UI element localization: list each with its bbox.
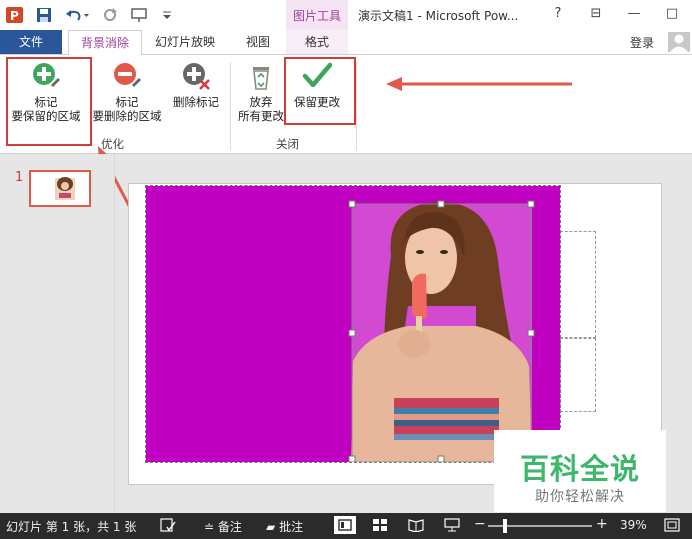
comments-button[interactable]: ▰ 批注 <box>266 518 303 535</box>
notes-icon: ≐ <box>204 520 215 534</box>
slide-thumbnail-pane <box>0 154 115 512</box>
slide-thumbnail[interactable] <box>29 170 91 207</box>
slide-sorter-view-icon[interactable] <box>372 518 388 535</box>
background-removal-picture[interactable] <box>145 185 561 463</box>
placeholder-box[interactable] <box>560 338 596 412</box>
slide-info: 幻灯片 第 1 张，共 1 张 <box>6 520 137 534</box>
fit-to-window-icon[interactable] <box>664 518 680 535</box>
zoom-out-icon[interactable]: − <box>474 516 486 532</box>
zoom-in-icon[interactable]: + <box>596 516 608 532</box>
notes-label: 备注 <box>217 520 242 534</box>
normal-view-icon <box>338 519 352 531</box>
zoom-slider-thumb[interactable] <box>503 519 507 533</box>
zoom-level[interactable]: 39% <box>620 518 647 532</box>
notes-button[interactable]: ≐ 备注 <box>204 518 242 535</box>
normal-view-button[interactable] <box>334 516 356 534</box>
comments-label: 批注 <box>279 520 304 534</box>
status-bar: 幻灯片 第 1 张，共 1 张 ≐ 备注 ▰ 批注 − + 39% <box>0 513 692 539</box>
placeholder-box[interactable] <box>560 231 596 338</box>
zoom-slider[interactable] <box>488 519 592 533</box>
comment-icon: ▰ <box>266 520 276 534</box>
reading-view-icon[interactable] <box>408 518 424 535</box>
spellcheck-icon[interactable] <box>160 518 176 535</box>
slideshow-view-icon[interactable] <box>444 518 460 535</box>
watermark-subtitle: 助你轻松解决 <box>535 489 625 505</box>
slide-number: 1 <box>15 170 24 185</box>
watermark-title: 百科全说 <box>519 452 640 486</box>
